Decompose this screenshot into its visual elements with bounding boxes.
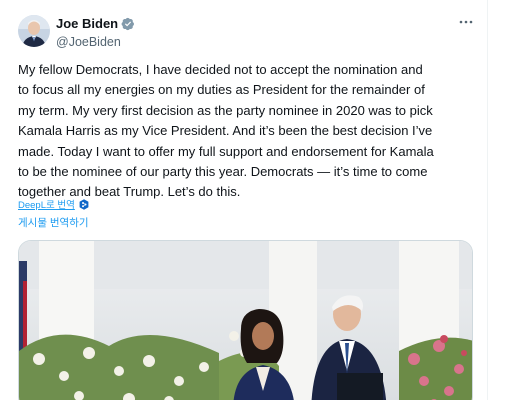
translate-post-link[interactable]: 게시물 번역하기 (18, 215, 89, 230)
more-options-icon[interactable] (458, 15, 474, 29)
deepl-logo-icon (79, 198, 89, 210)
avatar[interactable] (18, 15, 50, 47)
author-display-name-row[interactable]: Joe Biden (56, 16, 135, 32)
tweet-media-photo[interactable] (18, 240, 473, 400)
tweet-header: Joe Biden @JoeBiden (18, 13, 480, 53)
verified-badge-icon[interactable] (121, 17, 135, 31)
author-handle[interactable]: @JoeBiden (56, 34, 135, 51)
author-display-name[interactable]: Joe Biden (56, 16, 118, 32)
column-border (487, 0, 488, 400)
tweet-text: My fellow Democrats, I have decided not … (18, 62, 434, 200)
author-names: Joe Biden @JoeBiden (56, 16, 135, 51)
deepl-translate-label[interactable]: DeepL로 번역 (18, 197, 75, 211)
deepl-translate-link[interactable]: DeepL로 번역 (18, 197, 89, 211)
photo-biden-harris (19, 241, 472, 400)
